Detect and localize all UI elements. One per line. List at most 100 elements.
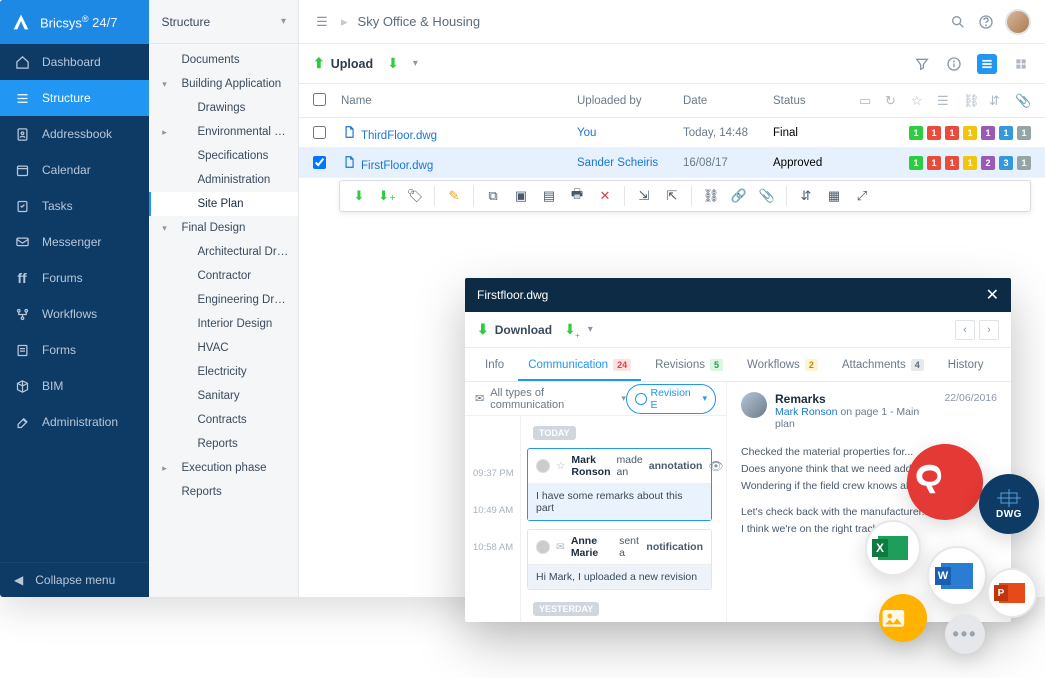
tree-item[interactable]: Contracts bbox=[149, 408, 298, 432]
collapse-menu-button[interactable]: ◀ Collapse menu bbox=[0, 562, 149, 597]
user-avatar[interactable] bbox=[1005, 9, 1031, 35]
help-icon[interactable] bbox=[977, 13, 995, 31]
col-name[interactable]: Name bbox=[341, 95, 571, 107]
tree-item[interactable]: Sanitary bbox=[149, 384, 298, 408]
nav-item-tasks[interactable]: Tasks bbox=[0, 188, 149, 224]
tag-icon[interactable]: 🏷 bbox=[406, 187, 424, 205]
remark-title: Remarks bbox=[775, 392, 936, 406]
download-more-caret[interactable]: ▾ bbox=[588, 324, 593, 335]
view-icon[interactable]: 👁 bbox=[708, 459, 723, 473]
col-status[interactable]: Status bbox=[773, 95, 853, 107]
timeline-day-pill: TODAY bbox=[533, 426, 576, 440]
download-button[interactable]: ⬇Download bbox=[477, 321, 552, 338]
delete-icon[interactable]: ✕ bbox=[596, 187, 614, 205]
tree-item[interactable]: HVAC bbox=[149, 336, 298, 360]
nav-item-forms[interactable]: Forms bbox=[0, 332, 149, 368]
upload-button[interactable]: ⬆Upload bbox=[313, 55, 373, 72]
tree-item[interactable]: Interior Design bbox=[149, 312, 298, 336]
tab-history[interactable]: History bbox=[938, 351, 994, 381]
next-button[interactable]: › bbox=[979, 320, 999, 340]
copy-icon[interactable]: ⧉ bbox=[484, 187, 502, 205]
tree-item[interactable]: Electricity bbox=[149, 360, 298, 384]
row-checkbox[interactable] bbox=[313, 156, 326, 169]
col-date[interactable]: Date bbox=[683, 95, 767, 107]
timeline-message[interactable]: ☆Mark Ronson made an annotation👁I have s… bbox=[527, 448, 712, 521]
tab-communication[interactable]: Communication24 bbox=[518, 351, 641, 381]
open-icon[interactable]: ⤢ bbox=[853, 187, 871, 205]
search-icon[interactable] bbox=[949, 13, 967, 31]
table-row[interactable]: FirstFloor.dwgSander Scheiris16/08/17App… bbox=[299, 148, 1045, 178]
link-icon[interactable]: 🔗 bbox=[730, 187, 748, 205]
count-badge: 1 bbox=[963, 156, 977, 170]
tree-item[interactable]: Reports bbox=[149, 480, 298, 504]
tab-workflows[interactable]: Workflows2 bbox=[737, 351, 828, 381]
nav-item-administration[interactable]: Administration bbox=[0, 404, 149, 440]
tab-revisions[interactable]: Revisions5 bbox=[645, 351, 733, 381]
col-uploaded[interactable]: Uploaded by bbox=[577, 95, 677, 107]
nav-item-messenger[interactable]: Messenger bbox=[0, 224, 149, 260]
timeline-message[interactable]: ✉Anne Marie sent a notificationHi Mark, … bbox=[527, 529, 712, 590]
tree-item[interactable]: Administration bbox=[149, 168, 298, 192]
download-add-icon[interactable]: ⬇₊ bbox=[378, 187, 396, 205]
nav-item-dashboard[interactable]: Dashboard bbox=[0, 44, 149, 80]
workflow-icon[interactable]: ⛓ bbox=[702, 187, 720, 205]
tree-item[interactable]: Drawings bbox=[149, 96, 298, 120]
tree-item[interactable]: Contractor bbox=[149, 264, 298, 288]
tree-item[interactable]: Reports bbox=[149, 432, 298, 456]
revision-filter-pill[interactable]: Revision E▾ bbox=[626, 384, 716, 414]
tree-item[interactable]: Specifications bbox=[149, 144, 298, 168]
tree-label: Final Design bbox=[181, 222, 290, 234]
select-all-checkbox[interactable] bbox=[313, 93, 326, 106]
file-name-link[interactable]: ThirdFloor.dwg bbox=[361, 130, 437, 142]
edit-icon[interactable]: ✎ bbox=[445, 187, 463, 205]
tree-item[interactable]: Environmental Permit bbox=[149, 120, 298, 144]
tree-item[interactable]: Architectural Drawings bbox=[149, 240, 298, 264]
tab-info[interactable]: Info bbox=[475, 351, 514, 381]
close-icon[interactable]: ✕ bbox=[986, 285, 999, 305]
tree-item[interactable]: Documents bbox=[149, 48, 298, 72]
nav-label: Dashboard bbox=[42, 55, 101, 69]
copy-to-icon[interactable]: ▣ bbox=[512, 187, 530, 205]
brand-logo-icon bbox=[10, 11, 32, 33]
nav-item-workflows[interactable]: Workflows bbox=[0, 296, 149, 332]
filter-icon[interactable] bbox=[913, 55, 931, 73]
grid-view-button[interactable] bbox=[1011, 54, 1031, 74]
nav-item-forums[interactable]: ffForums bbox=[0, 260, 149, 296]
download-add-icon[interactable]: ⬇+ bbox=[564, 321, 576, 338]
info-icon[interactable] bbox=[945, 55, 963, 73]
tree-item[interactable]: Building Application bbox=[149, 72, 298, 96]
share-icon[interactable]: ⇵ bbox=[797, 187, 815, 205]
tab-count-badge: 2 bbox=[805, 359, 818, 371]
chevron-down-icon[interactable]: ▾ bbox=[281, 16, 286, 27]
nav-item-structure[interactable]: Structure bbox=[0, 80, 149, 116]
preview-icon[interactable]: ▤ bbox=[540, 187, 558, 205]
more-actions-caret[interactable]: ▾ bbox=[413, 58, 418, 69]
table-row[interactable]: ThirdFloor.dwgYouToday, 14:48Final111111… bbox=[299, 118, 1045, 148]
remark-author-link[interactable]: Mark Ronson bbox=[775, 406, 837, 418]
tree-item[interactable]: Engineering Drawings bbox=[149, 288, 298, 312]
tree-item[interactable]: Execution phase bbox=[149, 456, 298, 480]
menu-icon[interactable]: ☰ bbox=[313, 13, 331, 31]
nav-item-bim[interactable]: BIM bbox=[0, 368, 149, 404]
move-icon[interactable]: ⇲ bbox=[635, 187, 653, 205]
tree-item[interactable]: Site Plan bbox=[149, 192, 298, 216]
print-icon[interactable]: 🖶 bbox=[568, 187, 586, 205]
prev-button[interactable]: ‹ bbox=[955, 320, 975, 340]
download-icon[interactable]: ⬇ bbox=[387, 55, 399, 72]
nav-item-calendar[interactable]: Calendar bbox=[0, 152, 149, 188]
tab-attachments[interactable]: Attachments4 bbox=[832, 351, 934, 381]
uploader-link[interactable]: You bbox=[577, 127, 596, 139]
export-icon[interactable]: ⇱ bbox=[663, 187, 681, 205]
nav-label: BIM bbox=[42, 379, 63, 393]
file-name-link[interactable]: FirstFloor.dwg bbox=[361, 160, 433, 172]
download-icon[interactable]: ⬇ bbox=[350, 187, 368, 205]
uploader-link[interactable]: Sander Scheiris bbox=[577, 157, 658, 169]
comm-type-filter[interactable]: ✉All types of communication▾ bbox=[475, 387, 626, 411]
row-checkbox[interactable] bbox=[313, 126, 326, 139]
attach-icon[interactable]: 📎 bbox=[758, 187, 776, 205]
count-badge: 1 bbox=[1017, 156, 1031, 170]
list-view-button[interactable] bbox=[977, 54, 997, 74]
nav-item-addressbook[interactable]: Addressbook bbox=[0, 116, 149, 152]
tree-item[interactable]: Final Design bbox=[149, 216, 298, 240]
qr-icon[interactable]: ▦ bbox=[825, 187, 843, 205]
